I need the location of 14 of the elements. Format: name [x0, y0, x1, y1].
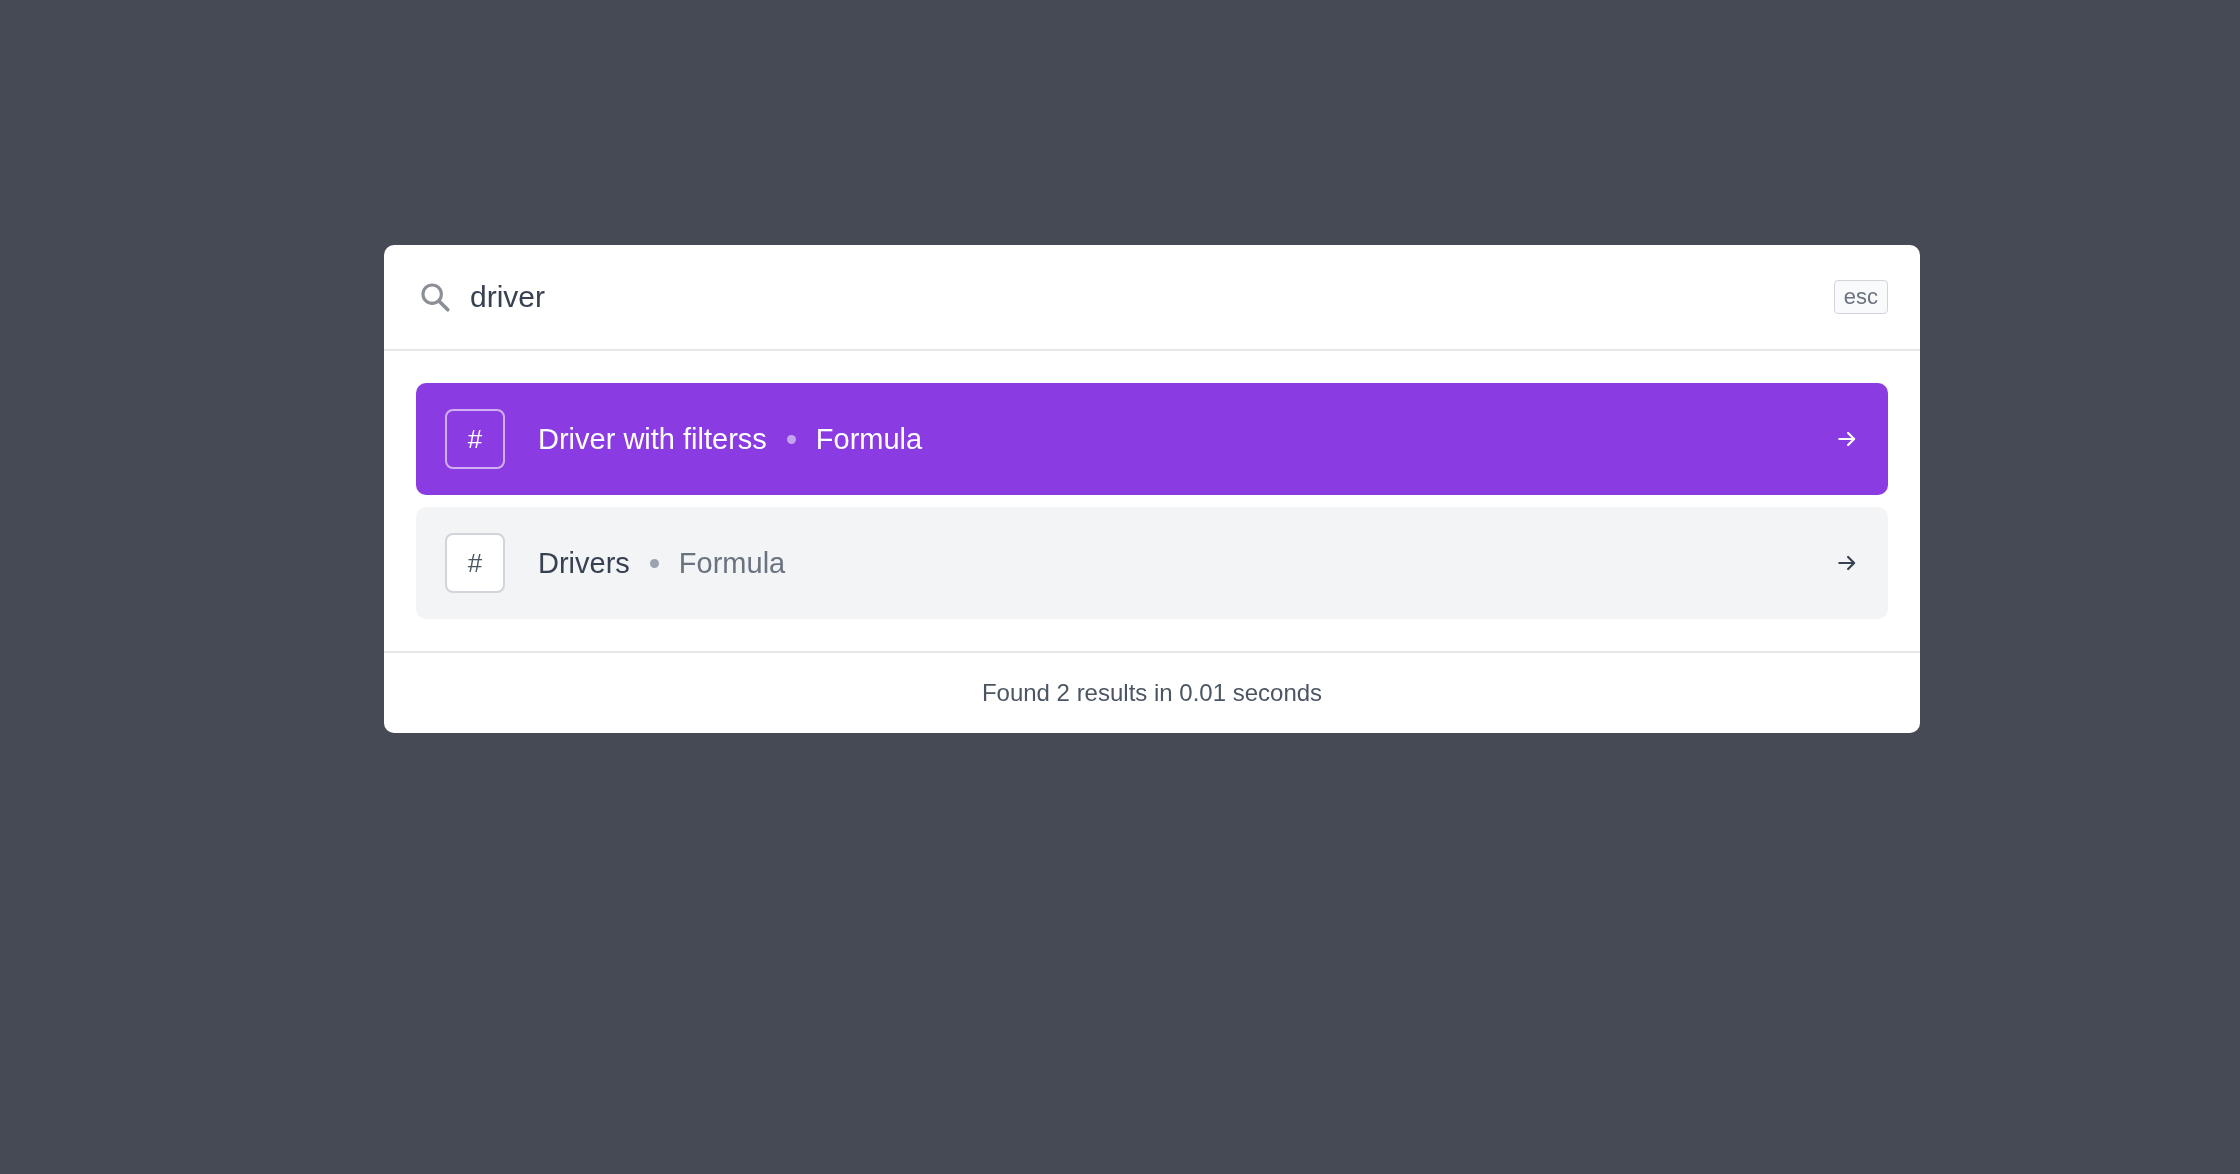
separator-dot: [786, 434, 796, 444]
search-field[interactable]: driver: [470, 280, 1816, 314]
result-item[interactable]: # Drivers Formula: [416, 507, 1888, 619]
result-type: Formula: [678, 546, 787, 580]
result-title: Driver with filterss: [538, 422, 767, 456]
results-summary: Found 2 results in 0.01 seconds: [981, 679, 1323, 707]
hash-icon: #: [445, 409, 505, 469]
separator-dot: [649, 558, 659, 568]
result-item[interactable]: # Driver with filterss Formula: [416, 383, 1888, 495]
hash-icon: #: [445, 533, 505, 593]
result-type: Formula: [815, 422, 924, 456]
esc-key-hint: esc: [1833, 280, 1888, 314]
result-title: Drivers: [538, 546, 630, 580]
search-icon: [418, 280, 452, 314]
